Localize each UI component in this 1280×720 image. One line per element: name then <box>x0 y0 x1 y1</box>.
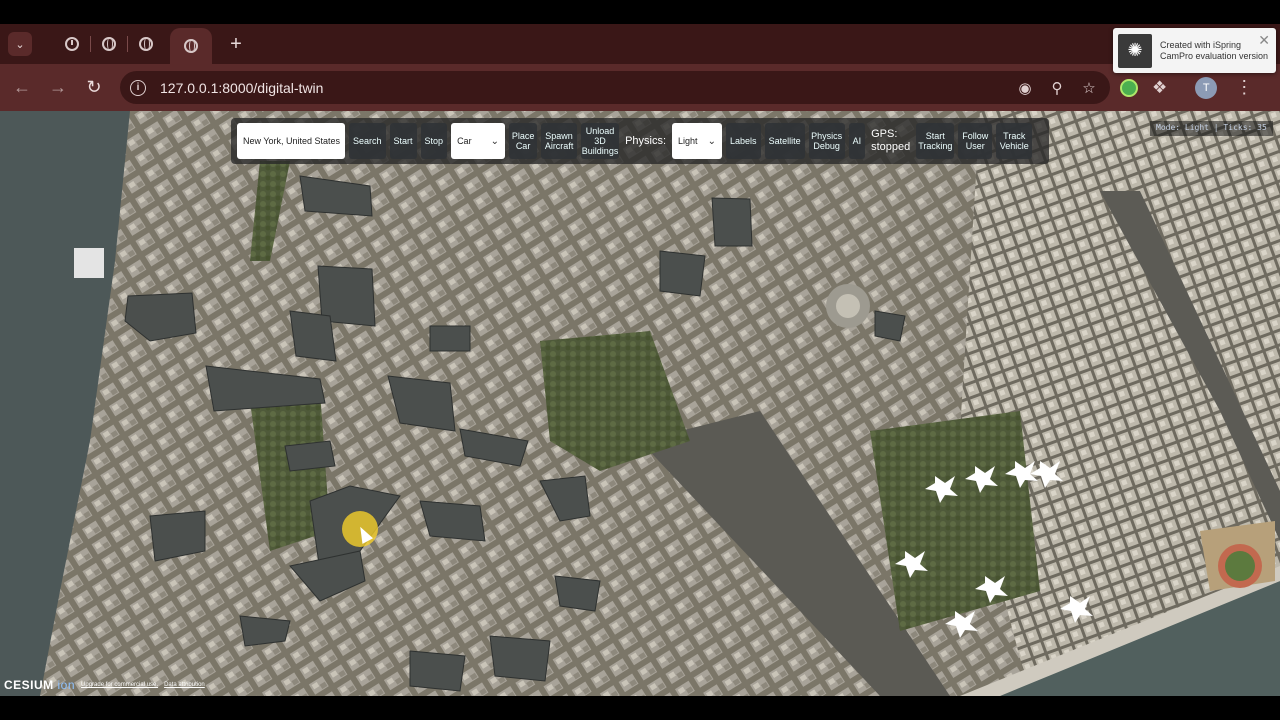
stop-button[interactable]: Stop <box>420 123 448 159</box>
back-arrow-icon[interactable]: ← <box>4 70 40 106</box>
location-pin-icon[interactable]: ◉ <box>1016 79 1034 97</box>
follow-user-button[interactable]: Follow User <box>958 123 993 159</box>
new-tab-plus-icon[interactable]: + <box>224 34 248 54</box>
address-bar[interactable]: i 127.0.0.1:8000/digital-twin ◉ ⚲ ☆ <box>120 71 1110 104</box>
tab-globe-2[interactable] <box>128 28 164 60</box>
cesium-map-viewport[interactable] <box>0 111 1280 696</box>
tab-globe-1[interactable] <box>91 28 127 60</box>
physics-select-value: Light <box>678 136 698 146</box>
screen: ⌄ + ← → ↻ i 127.0.0.1:8000/digital-twin … <box>0 0 1280 720</box>
cesium-credits: CESIUM ion Upgrade for commercial use. D… <box>4 678 205 692</box>
extensions-puzzle-icon[interactable]: ❖ <box>1152 78 1167 98</box>
tab-timer[interactable] <box>54 28 90 60</box>
forward-arrow-icon[interactable]: → <box>40 70 76 106</box>
reload-icon[interactable]: ↻ <box>76 70 112 106</box>
browser-menu-kebab-icon[interactable]: ⋮ <box>1235 77 1253 98</box>
place-car-button[interactable]: Place Car <box>509 123 538 159</box>
site-info-icon[interactable]: i <box>130 79 146 96</box>
app-toolbar: New York, United States Search Start Sto… <box>231 118 1049 164</box>
ispring-watermark: ✺ Created with iSpring CamPro evaluation… <box>1113 28 1276 73</box>
data-attribution-link[interactable]: Data attribution <box>164 682 205 688</box>
timer-icon <box>65 37 79 51</box>
tab-active-digital-twin[interactable] <box>170 28 212 64</box>
search-button[interactable]: Search <box>349 123 386 159</box>
ispring-text: Created with iSpring CamPro evaluation v… <box>1160 40 1268 62</box>
gps-label: GPS: <box>871 128 898 140</box>
browser-tab-strip: ⌄ + <box>0 24 1280 64</box>
zoom-out-icon[interactable]: ⚲ <box>1048 79 1066 97</box>
start-tracking-button[interactable]: Start Tracking <box>916 123 955 159</box>
vehicle-select-value: Car <box>457 136 472 146</box>
upgrade-link[interactable]: Upgrade for commercial use. <box>81 682 158 688</box>
gps-status-value: stopped <box>871 141 911 153</box>
close-icon[interactable]: ✕ <box>1258 32 1270 49</box>
labels-button[interactable]: Labels <box>726 123 761 159</box>
physics-debug-button[interactable]: Physics Debug <box>808 123 845 159</box>
globe-icon <box>184 39 198 53</box>
bookmark-star-icon[interactable]: ☆ <box>1080 79 1098 97</box>
start-button[interactable]: Start <box>389 123 417 159</box>
track-vehicle-button[interactable]: Track Vehicle <box>996 123 1033 159</box>
satellite-button[interactable]: Satellite <box>764 123 805 159</box>
profile-avatar[interactable]: T <box>1195 76 1218 99</box>
omnibox-actions: ◉ ⚲ ☆ <box>1016 71 1098 104</box>
chevron-down-icon: ⌄ <box>490 135 500 147</box>
letterbox-top <box>0 0 1280 24</box>
cesium-logo-suffix: ion <box>57 678 76 692</box>
globe-icon <box>102 37 116 51</box>
location-search-input[interactable]: New York, United States <box>237 123 345 159</box>
browser-toolbar: ← → ↻ i 127.0.0.1:8000/digital-twin ◉ ⚲ … <box>0 64 1280 111</box>
unload-3d-buildings-button[interactable]: Unload 3D Buildings <box>581 123 620 159</box>
cesium-logo-text: CESIUM <box>4 678 54 692</box>
physics-select[interactable]: Light ⌄ <box>672 123 723 159</box>
chevron-down-icon: ⌄ <box>707 135 717 147</box>
vehicle-select[interactable]: Car ⌄ <box>451 123 506 159</box>
mode-ticks-readout: Mode: Light | Ticks: 35 <box>1150 121 1273 136</box>
extension-green-icon[interactable] <box>1120 78 1138 97</box>
ispring-line-1: Created with iSpring <box>1160 39 1242 50</box>
ispring-logo-icon: ✺ <box>1118 33 1152 68</box>
spawn-aircraft-button[interactable]: Spawn Aircraft <box>541 123 578 159</box>
physics-label: Physics: <box>625 134 667 147</box>
ispring-line-2: CamPro evaluation version <box>1160 50 1269 61</box>
tab-search-chevron-down-icon[interactable]: ⌄ <box>8 32 32 56</box>
cesium-ion-logo[interactable]: CESIUM ion <box>4 678 75 692</box>
ai-button[interactable]: AI <box>848 123 866 159</box>
globe-icon <box>139 37 153 51</box>
aerial-imagery <box>0 111 1280 696</box>
url-text[interactable]: 127.0.0.1:8000/digital-twin <box>160 80 323 96</box>
letterbox-bottom <box>0 696 1280 720</box>
gps-status: GPS: stopped <box>869 128 912 154</box>
